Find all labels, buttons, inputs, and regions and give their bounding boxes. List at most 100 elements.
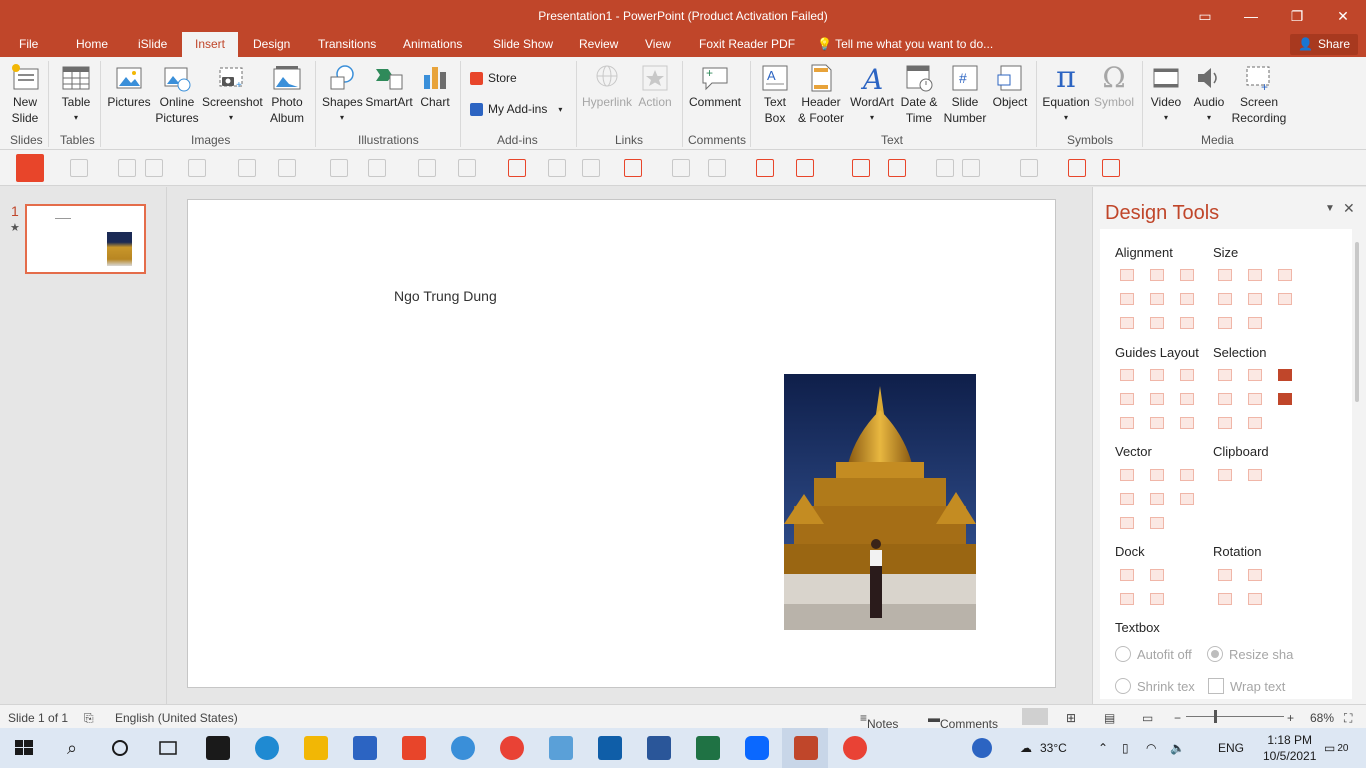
align-right-icon[interactable] xyxy=(1180,269,1194,281)
tab-islide[interactable]: iSlide xyxy=(138,32,167,57)
pictures-button[interactable]: Pictures xyxy=(106,61,152,110)
align-top-icon[interactable] xyxy=(1120,293,1134,305)
copy-icon[interactable] xyxy=(1218,469,1232,481)
excel-icon[interactable] xyxy=(696,736,720,760)
edge-icon[interactable] xyxy=(255,736,279,760)
size-icon[interactable] xyxy=(1218,317,1232,329)
tab-view[interactable]: View xyxy=(645,32,671,57)
pane-scrollbar[interactable] xyxy=(1355,242,1359,402)
size-icon[interactable] xyxy=(1218,269,1232,281)
cortana-icon[interactable] xyxy=(108,736,132,760)
shrink-text-radio[interactable]: Shrink tex xyxy=(1115,678,1195,694)
my-addins-button[interactable]: My Add-ins ▾ xyxy=(470,102,562,116)
dropbox-icon[interactable] xyxy=(206,736,230,760)
zoom-in-icon[interactable]: + xyxy=(1287,711,1294,725)
weather-widget[interactable]: ☁ 33°C xyxy=(1020,728,1067,768)
align-center-icon[interactable] xyxy=(1150,269,1164,281)
office-icon[interactable] xyxy=(402,736,426,760)
size-icon[interactable] xyxy=(1248,269,1262,281)
distribute-icon[interactable] xyxy=(1120,317,1134,329)
tab-foxit[interactable]: Foxit Reader PDF xyxy=(699,32,795,57)
outlook-icon[interactable] xyxy=(598,736,622,760)
tab-design[interactable]: Design xyxy=(253,32,290,57)
symbol-button[interactable]: Ω Symbol xyxy=(1093,61,1135,110)
vector-icon[interactable] xyxy=(1180,469,1194,481)
tool-icon[interactable] xyxy=(118,159,136,177)
zoom-out-icon[interactable]: − xyxy=(1174,711,1181,725)
new-slide-button[interactable]: New Slide xyxy=(6,61,44,126)
battery-icon[interactable]: ▯ xyxy=(1122,728,1129,768)
chrome-profile-icon[interactable] xyxy=(843,736,867,760)
smartart-button[interactable]: SmartArt xyxy=(364,61,414,110)
tool-icon[interactable] xyxy=(458,159,476,177)
header-footer-button[interactable]: Header & Footer xyxy=(797,61,845,126)
align-middle-icon[interactable] xyxy=(1150,293,1164,305)
rotate-icon[interactable] xyxy=(1248,569,1262,581)
file-explorer-icon[interactable] xyxy=(304,736,328,760)
tool-icon[interactable] xyxy=(1068,159,1086,177)
show-hidden-icons[interactable]: ⌃ xyxy=(1098,728,1108,768)
clock[interactable]: 1:18 PM 10/5/2021 xyxy=(1263,728,1316,768)
vector-icon[interactable] xyxy=(1180,493,1194,505)
action-button[interactable]: Action xyxy=(636,61,674,110)
language-status[interactable]: English (United States) xyxy=(115,711,238,725)
size-icon[interactable] xyxy=(1278,269,1292,281)
flip-icon[interactable] xyxy=(1248,593,1262,605)
tool-icon[interactable] xyxy=(708,159,726,177)
align-left-icon[interactable] xyxy=(1120,269,1134,281)
wrap-text-checkbox[interactable]: Wrap text xyxy=(1208,678,1285,694)
chart-button[interactable]: Chart xyxy=(418,61,452,110)
tool-icon[interactable] xyxy=(1020,159,1038,177)
zoom-slider-thumb[interactable] xyxy=(1214,710,1217,723)
slide-number-button[interactable]: # Slide Number xyxy=(942,61,988,126)
paste-icon[interactable] xyxy=(1248,469,1262,481)
screen-recording-button[interactable]: + Screen Recording xyxy=(1230,61,1288,126)
guide-icon[interactable] xyxy=(1120,417,1134,429)
text-box-button[interactable]: A Text Box xyxy=(757,61,793,126)
tool-icon[interactable] xyxy=(330,159,348,177)
tool-icon[interactable] xyxy=(582,159,600,177)
slide-sorter-icon[interactable]: ⊞ xyxy=(1066,711,1076,725)
minimize-button[interactable]: — xyxy=(1228,0,1274,32)
volume-icon[interactable]: 🔈 xyxy=(1170,728,1185,768)
tool-icon[interactable] xyxy=(368,159,386,177)
search-icon[interactable]: ⌕ xyxy=(60,736,84,760)
internet-explorer-icon[interactable] xyxy=(451,736,475,760)
slide-canvas[interactable]: Ngo Trung Dung xyxy=(187,199,1056,688)
size-icon[interactable] xyxy=(1248,317,1262,329)
selection-icon[interactable] xyxy=(1218,417,1232,429)
size-icon[interactable] xyxy=(1278,293,1292,305)
guide-icon[interactable] xyxy=(1180,369,1194,381)
islide-logo-icon[interactable] xyxy=(16,154,44,182)
task-view-icon[interactable] xyxy=(156,736,180,760)
object-button[interactable]: Object xyxy=(990,61,1030,110)
comments-status-button[interactable]: ▬ Comments xyxy=(928,711,998,731)
equation-button[interactable]: π Equation ▾ xyxy=(1040,61,1092,126)
reading-view-icon[interactable]: ▤ xyxy=(1104,711,1115,725)
date-time-button[interactable]: Date & Time xyxy=(898,61,940,126)
dock-icon[interactable] xyxy=(1120,569,1134,581)
word-icon[interactable] xyxy=(647,736,671,760)
tool-icon[interactable] xyxy=(238,159,256,177)
size-icon[interactable] xyxy=(1218,293,1232,305)
zoom-level[interactable]: 68% xyxy=(1310,711,1334,725)
size-icon[interactable] xyxy=(1248,293,1262,305)
brush-icon[interactable] xyxy=(1150,517,1164,529)
ribbon-display-options-icon[interactable]: ▭ xyxy=(1182,0,1228,32)
slide-thumbnail-1[interactable] xyxy=(25,204,146,274)
selection-icon[interactable] xyxy=(1248,393,1262,405)
tool-icon[interactable] xyxy=(145,159,163,177)
vector-icon[interactable] xyxy=(1120,493,1134,505)
autofit-off-radio[interactable]: Autofit off xyxy=(1115,646,1192,662)
selection-icon[interactable] xyxy=(1248,369,1262,381)
tool-icon[interactable] xyxy=(70,159,88,177)
vector-icon[interactable] xyxy=(1150,493,1164,505)
tool-icon[interactable] xyxy=(548,159,566,177)
guide-icon[interactable] xyxy=(1120,369,1134,381)
hyperlink-button[interactable]: Hyperlink xyxy=(581,61,633,110)
share-button[interactable]: 👤 Share xyxy=(1290,34,1358,55)
tool-icon[interactable] xyxy=(418,159,436,177)
tool-icon[interactable] xyxy=(278,159,296,177)
tab-file[interactable]: File xyxy=(19,32,38,57)
rotate-icon[interactable] xyxy=(1218,569,1232,581)
